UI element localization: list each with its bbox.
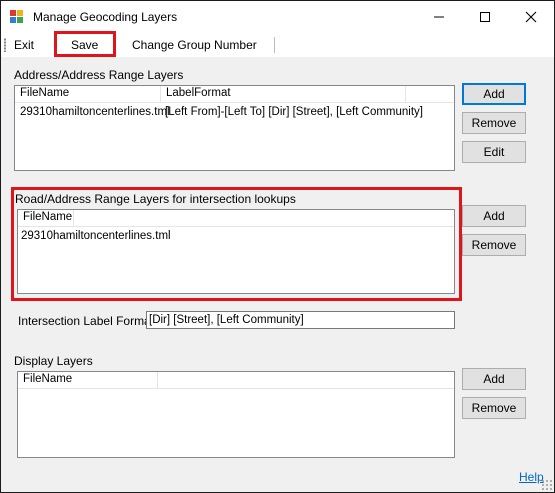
- road-add-button[interactable]: Add: [462, 205, 526, 227]
- column-header-filename[interactable]: FileName: [18, 372, 158, 388]
- layers-app-icon: [10, 10, 24, 24]
- menu-change-group-number[interactable]: Change Group Number: [132, 38, 257, 52]
- resize-grip[interactable]: [541, 479, 553, 491]
- display-add-button[interactable]: Add: [462, 368, 526, 390]
- close-button[interactable]: [508, 1, 554, 33]
- column-header-filler: [74, 210, 454, 226]
- maximize-icon: [480, 12, 490, 22]
- row-filename: 29310hamiltoncenterlines.tml: [20, 106, 170, 118]
- road-remove-button[interactable]: Remove: [462, 234, 526, 256]
- window-title: Manage Geocoding Layers: [33, 10, 178, 24]
- row-filename: 29310hamiltoncenterlines.tml: [21, 230, 171, 242]
- intersection-label-format-input[interactable]: [146, 311, 455, 329]
- road-layers-list[interactable]: FileName 29310hamiltoncenterlines.tml: [17, 209, 455, 294]
- road-layers-header: FileName: [18, 210, 454, 227]
- close-icon: [525, 11, 537, 23]
- menu-save[interactable]: Save: [71, 38, 98, 52]
- display-layers-label: Display Layers: [14, 354, 93, 368]
- table-row[interactable]: 29310hamiltoncenterlines.tml [Left From]…: [15, 105, 454, 121]
- display-layers-list[interactable]: FileName: [17, 371, 455, 458]
- minimize-icon: [434, 16, 444, 18]
- manage-geocoding-layers-window: Manage Geocoding Layers Exit Save Change…: [0, 0, 555, 493]
- column-header-filename[interactable]: FileName: [18, 210, 74, 226]
- intersection-label-format-label: Intersection Label Format: [18, 314, 155, 328]
- row-label-format: [Left From]-[Left To] [Dir] [Street], [L…: [165, 106, 423, 118]
- help-link[interactable]: Help: [519, 470, 544, 484]
- toolbar-grip[interactable]: [4, 38, 6, 52]
- display-remove-button[interactable]: Remove: [462, 397, 526, 419]
- display-layers-header: FileName: [18, 372, 454, 389]
- address-add-button[interactable]: Add: [462, 83, 526, 105]
- menu-exit[interactable]: Exit: [14, 38, 34, 52]
- title-bar[interactable]: Manage Geocoding Layers: [1, 1, 554, 33]
- address-layers-label: Address/Address Range Layers: [14, 68, 184, 82]
- column-header-filler: [158, 372, 454, 388]
- minimize-button[interactable]: [416, 1, 462, 33]
- column-header-labelformat[interactable]: LabelFormat: [161, 86, 406, 102]
- road-layers-label: Road/Address Range Layers for intersecti…: [15, 192, 296, 206]
- column-header-filename[interactable]: FileName: [15, 86, 161, 102]
- menu-bar: Exit Save Change Group Number: [1, 33, 554, 57]
- address-edit-button[interactable]: Edit: [462, 141, 526, 163]
- maximize-button[interactable]: [462, 1, 508, 33]
- column-header-filler: [406, 86, 454, 102]
- table-row[interactable]: 29310hamiltoncenterlines.tml: [18, 229, 454, 245]
- address-remove-button[interactable]: Remove: [462, 112, 526, 134]
- address-layers-list[interactable]: FileName LabelFormat 29310hamiltoncenter…: [14, 85, 455, 171]
- address-layers-header: FileName LabelFormat: [15, 86, 454, 103]
- menu-separator: [274, 37, 275, 53]
